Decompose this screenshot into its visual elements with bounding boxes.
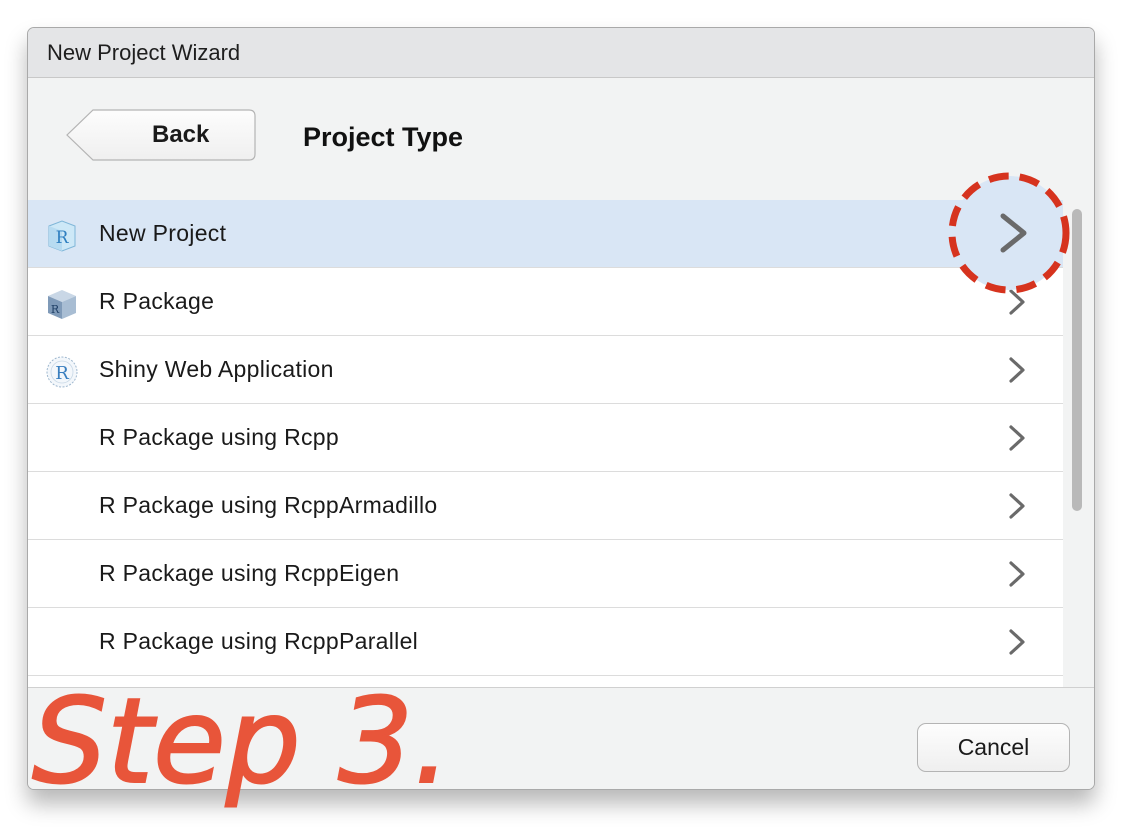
project-type-shiny-web-application[interactable]: R Shiny Web Application bbox=[28, 336, 1063, 404]
list-item-label: Shiny Web Application bbox=[99, 356, 334, 382]
project-type-list: R New Project R R Package R Shiny Web Ap… bbox=[28, 200, 1063, 687]
list-item-label: R Package bbox=[99, 288, 215, 314]
svg-text:R: R bbox=[51, 303, 60, 316]
step-annotation-text: Step 3. bbox=[32, 672, 446, 810]
wizard-header: Back Project Type bbox=[28, 78, 1094, 200]
cancel-button[interactable]: Cancel bbox=[917, 723, 1070, 772]
step-annotation: Step 3. bbox=[31, 671, 446, 811]
list-item-label: R Package using RcppArmadillo bbox=[99, 492, 438, 518]
chevron-right-icon bbox=[1009, 357, 1025, 383]
chevron-right-icon bbox=[1009, 493, 1025, 519]
chevron-right-icon bbox=[1009, 629, 1025, 655]
list-item-label: R Package using Rcpp bbox=[99, 424, 339, 450]
chevron-right-icon bbox=[1009, 561, 1025, 587]
project-type-new-project[interactable]: R New Project bbox=[28, 200, 1063, 268]
scrollbar-thumb[interactable] bbox=[1072, 209, 1082, 511]
page-title: Project Type bbox=[303, 122, 464, 152]
back-button[interactable]: Back bbox=[66, 109, 256, 161]
shiny-r-globe-icon: R bbox=[46, 356, 78, 388]
project-type-r-package-rcpparmadillo[interactable]: R Package using RcppArmadillo bbox=[28, 472, 1063, 540]
list-item-label: New Project bbox=[99, 220, 227, 246]
list-scrollbar[interactable] bbox=[1070, 209, 1084, 511]
list-item-label: R Package using RcppParallel bbox=[99, 628, 419, 654]
project-type-r-package-rcpp[interactable]: R Package using Rcpp bbox=[28, 404, 1063, 472]
chevron-right-icon bbox=[1009, 425, 1025, 451]
cancel-button-label: Cancel bbox=[957, 734, 1030, 760]
r-project-icon: R bbox=[48, 220, 76, 252]
window-titlebar: New Project Wizard bbox=[28, 28, 1094, 78]
svg-text:R: R bbox=[55, 363, 69, 384]
highlight-circle-annotation bbox=[948, 172, 1070, 294]
list-item-label: R Package using RcppEigen bbox=[99, 560, 400, 586]
r-package-box-icon: R bbox=[48, 290, 76, 319]
window-title: New Project Wizard bbox=[47, 39, 241, 65]
project-type-r-package[interactable]: R R Package bbox=[28, 268, 1063, 336]
svg-text:R: R bbox=[56, 228, 70, 248]
project-type-r-package-rcppeigen[interactable]: R Package using RcppEigen bbox=[28, 540, 1063, 608]
back-button-label: Back bbox=[152, 121, 210, 148]
